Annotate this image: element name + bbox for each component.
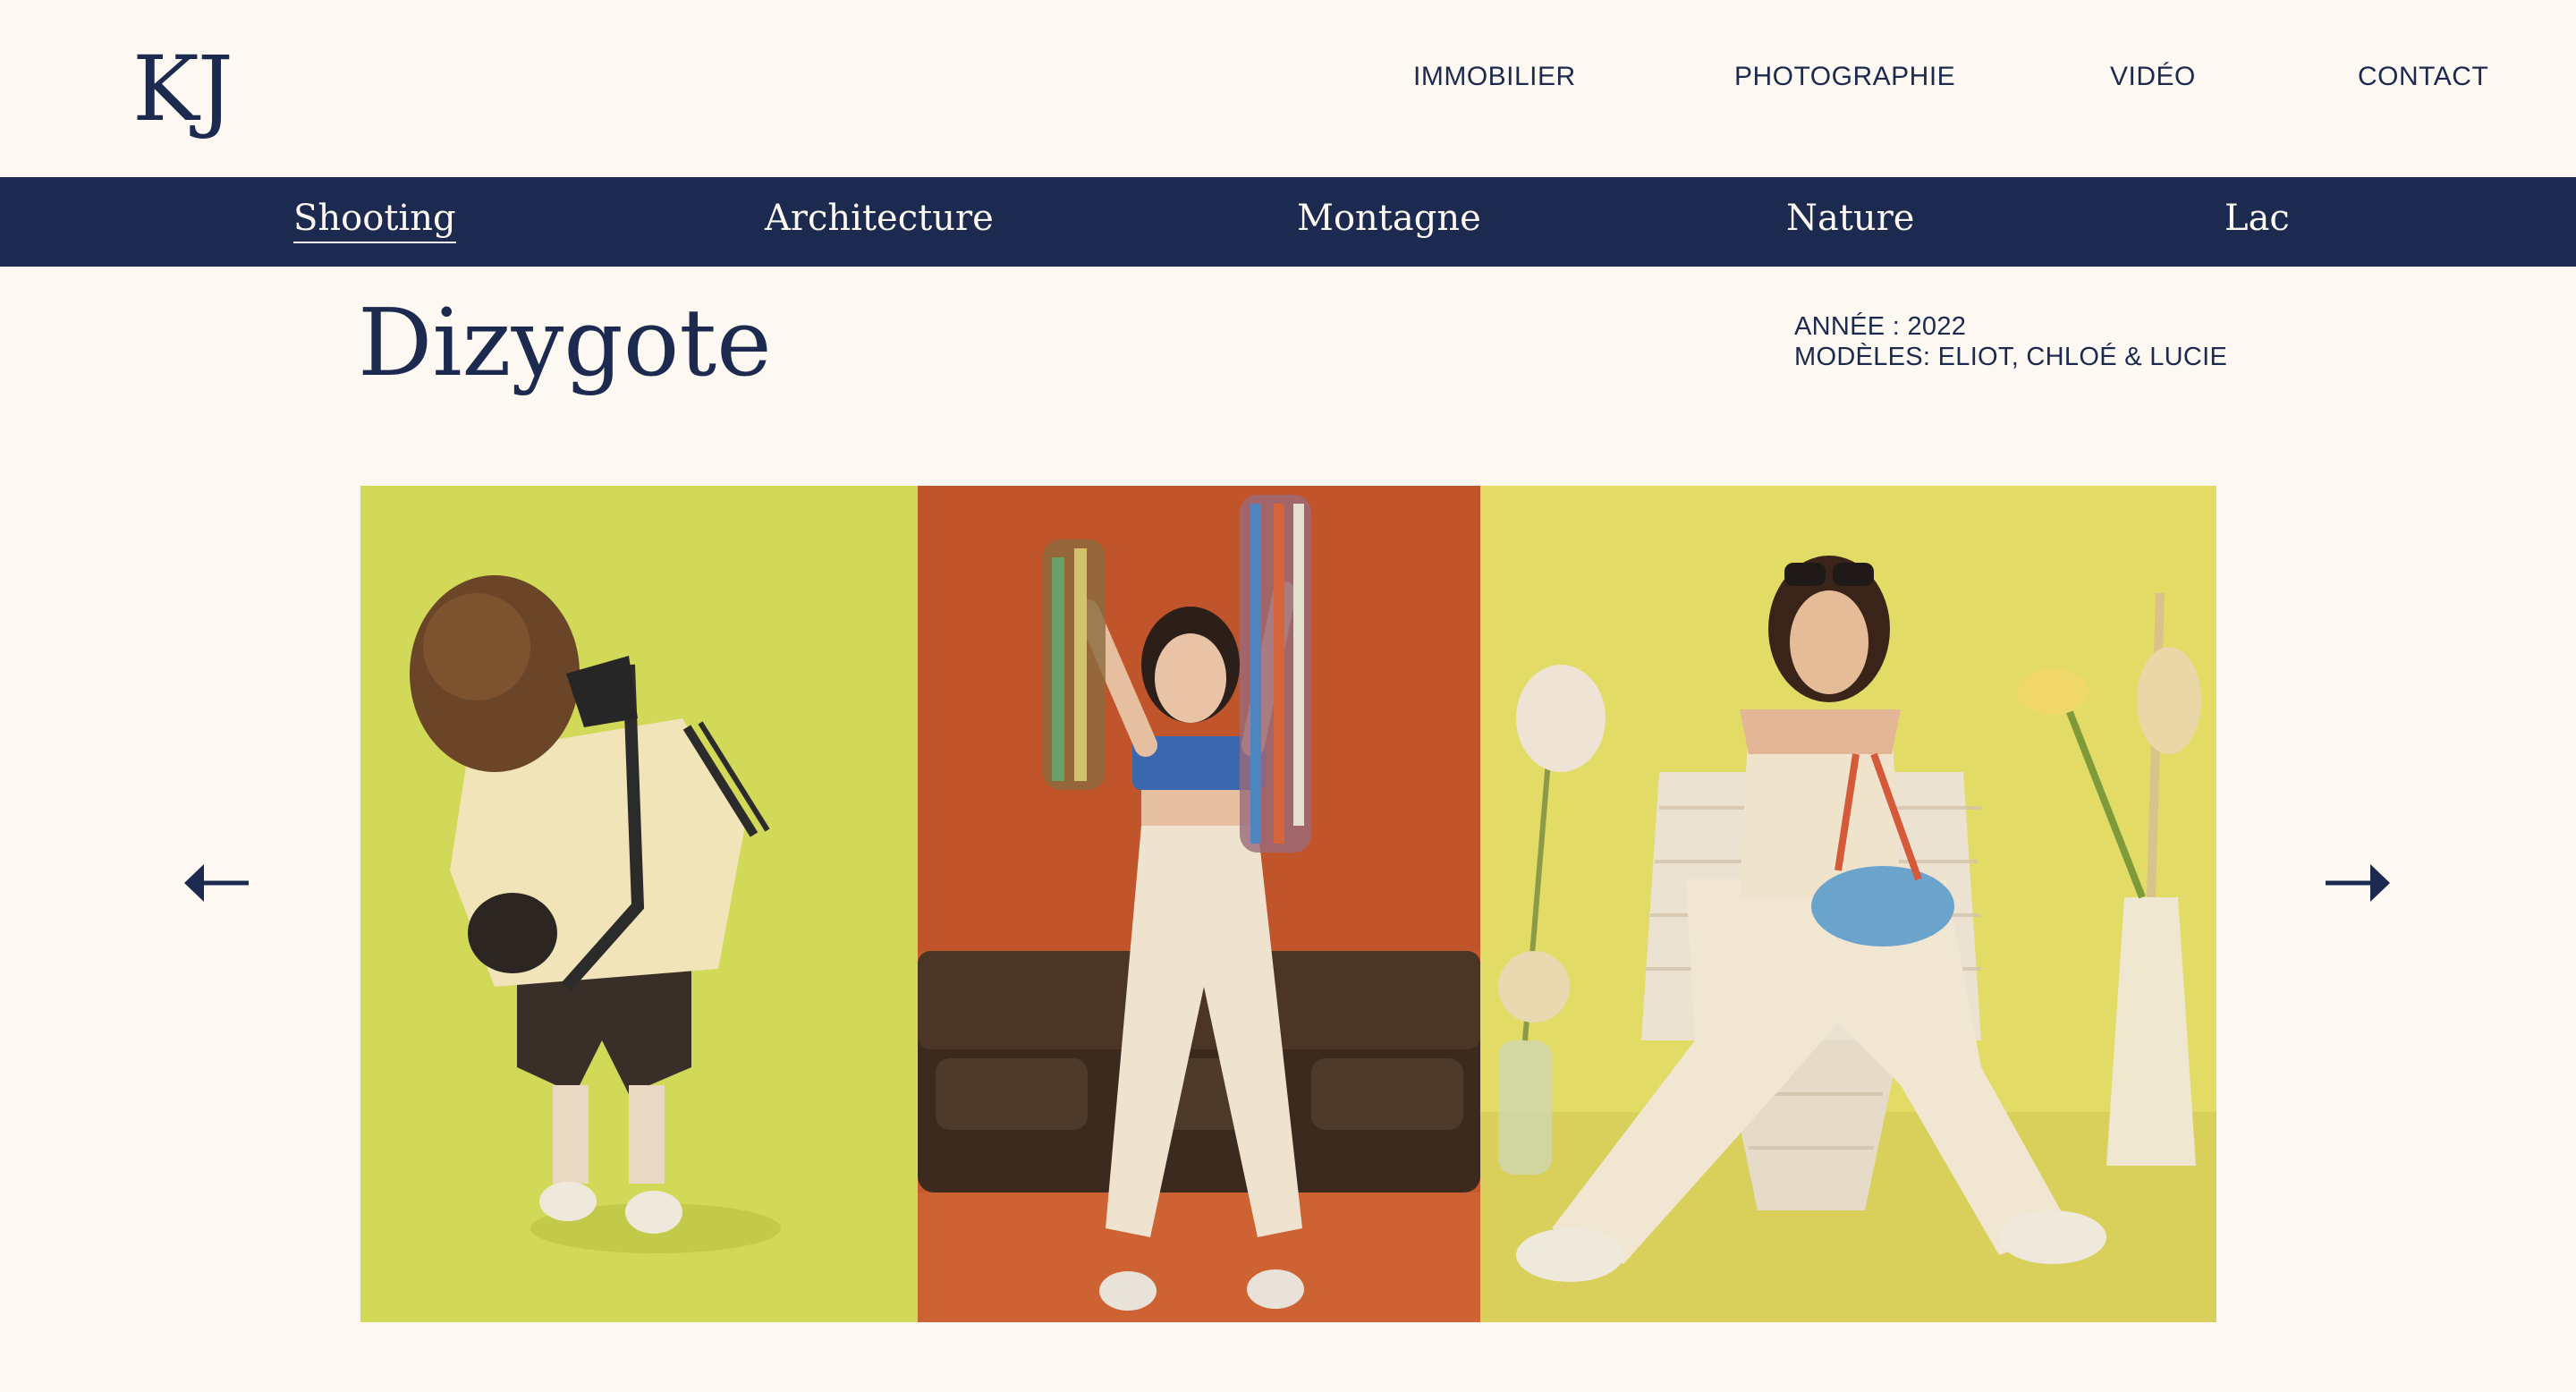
category-montagne[interactable]: Montagne bbox=[1297, 195, 1481, 242]
photo-model-eliot bbox=[360, 486, 918, 1322]
category-shooting[interactable]: Shooting bbox=[293, 195, 456, 243]
nav-immobilier[interactable]: IMMOBILIER bbox=[1413, 59, 1576, 95]
site-logo[interactable]: KJ bbox=[132, 36, 233, 143]
arrow-left-icon bbox=[184, 864, 249, 902]
project-meta: ANNÉE : 2022 MODÈLES: ELIOT, CHLOÉ & LUC… bbox=[1794, 311, 2227, 372]
project-title: Dizygote bbox=[358, 288, 772, 397]
arrow-right-icon bbox=[2326, 864, 2390, 902]
gallery-photo-2[interactable] bbox=[918, 486, 1480, 1322]
gallery-photo-3[interactable] bbox=[1480, 486, 2216, 1322]
category-nature[interactable]: Nature bbox=[1786, 195, 1914, 242]
photo-model-lucie bbox=[1480, 486, 2216, 1322]
category-bar: Shooting Architecture Montagne Nature La… bbox=[0, 177, 2576, 267]
photo-model-chloe bbox=[918, 486, 1480, 1322]
site-header: KJ IMMOBILIER PHOTOGRAPHIE VIDÉO CONTACT bbox=[0, 0, 2576, 177]
nav-contact[interactable]: CONTACT bbox=[2358, 59, 2488, 95]
gallery-next-button[interactable] bbox=[2322, 859, 2390, 907]
category-architecture[interactable]: Architecture bbox=[765, 195, 994, 242]
gallery-prev-button[interactable] bbox=[184, 859, 252, 907]
category-lac[interactable]: Lac bbox=[2224, 195, 2290, 242]
photo-gallery bbox=[360, 486, 2216, 1322]
project-models: MODÈLES: ELIOT, CHLOÉ & LUCIE bbox=[1794, 343, 2228, 371]
nav-photographie[interactable]: PHOTOGRAPHIE bbox=[1734, 59, 1955, 95]
project-year: ANNÉE : 2022 bbox=[1794, 312, 1967, 341]
gallery-photo-1[interactable] bbox=[360, 486, 918, 1322]
nav-video[interactable]: VIDÉO bbox=[2110, 59, 2196, 95]
